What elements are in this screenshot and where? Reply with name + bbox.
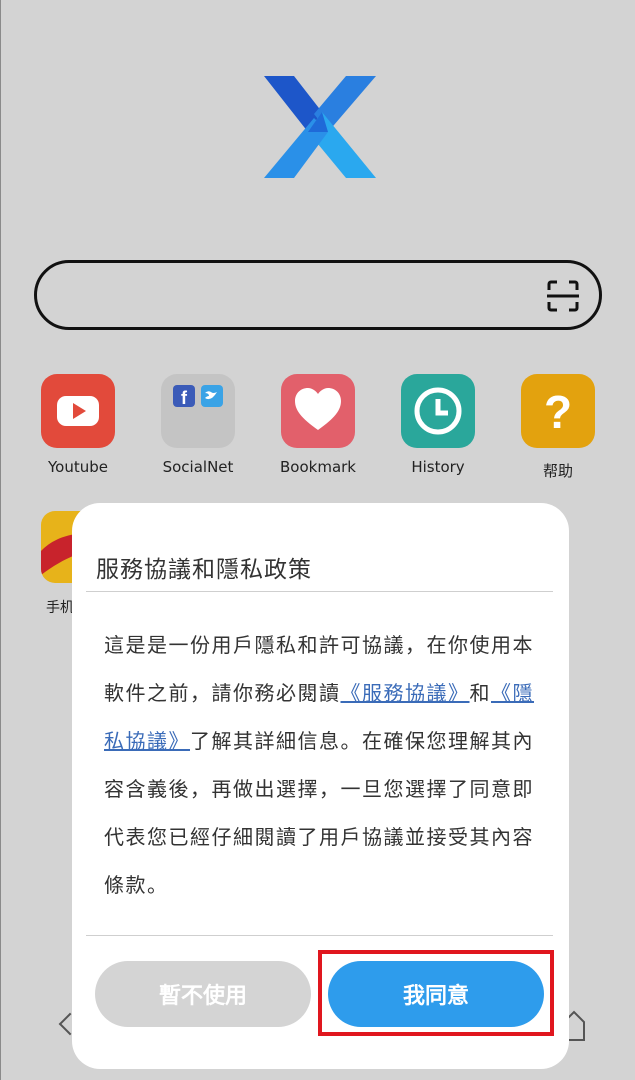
shortcut-help[interactable]: ? 帮助 bbox=[503, 374, 613, 481]
shortcut-label: Youtube bbox=[48, 458, 108, 476]
search-bar[interactable] bbox=[34, 260, 602, 330]
svg-text:f: f bbox=[181, 388, 188, 408]
dialog-title: 服務協議和隱私政策 bbox=[96, 557, 312, 583]
heart-icon bbox=[281, 374, 355, 448]
body-text: 和 bbox=[469, 681, 491, 705]
youtube-icon bbox=[41, 374, 115, 448]
service-agreement-link[interactable]: 《服務協議》 bbox=[341, 681, 470, 705]
divider bbox=[86, 935, 553, 936]
shortcut-label: Bookmark bbox=[280, 458, 356, 476]
agree-button-highlight bbox=[318, 950, 554, 1036]
body-text: 了解其詳細信息。在確保您理解其內容含義後，再做出選擇，一旦您選擇了同意即代表您已… bbox=[104, 729, 534, 897]
question-icon: ? bbox=[521, 374, 595, 448]
divider bbox=[86, 591, 553, 592]
shortcut-label: SocialNet bbox=[162, 458, 234, 476]
shortcut-bookmark[interactable]: Bookmark bbox=[263, 374, 373, 476]
dialog-body: 這是是一份用戶隱私和許可協議，在你使用本軟件之前，請你務必閱讀《服務協議》和《隱… bbox=[104, 621, 544, 909]
social-network-icon: f bbox=[161, 374, 235, 448]
page-edge bbox=[0, 0, 1, 1080]
scan-icon[interactable] bbox=[547, 280, 579, 312]
shortcut-label: History bbox=[411, 458, 465, 476]
shortcut-socialnet[interactable]: f SocialNet bbox=[143, 374, 253, 476]
svg-text:?: ? bbox=[544, 386, 572, 438]
shortcut-label: 帮助 bbox=[542, 462, 573, 480]
shortcut-label: 手机 bbox=[46, 600, 74, 616]
app-logo bbox=[264, 76, 376, 178]
clock-icon bbox=[401, 374, 475, 448]
shortcut-youtube[interactable]: Youtube bbox=[23, 374, 133, 476]
shortcut-history[interactable]: History bbox=[383, 374, 493, 476]
decline-button[interactable]: 暫不使用 bbox=[95, 961, 311, 1027]
